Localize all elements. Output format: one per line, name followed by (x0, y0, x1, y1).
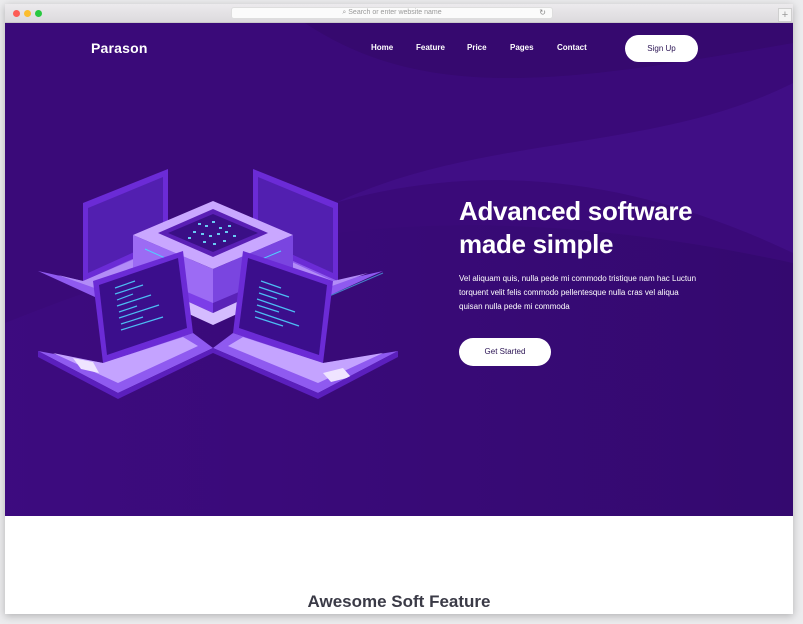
nav-contact[interactable]: Contact (557, 43, 587, 52)
nav-price[interactable]: Price (467, 43, 487, 52)
new-tab-button[interactable]: + (778, 8, 792, 22)
signup-button[interactable]: Sign Up (625, 35, 698, 62)
hero-headline: Advanced software made simple (459, 196, 693, 259)
server-laptops-illustration (38, 169, 398, 399)
hero-description: Vel aliquam quis, nulla pede mi commodo … (459, 274, 697, 311)
nav-home[interactable]: Home (371, 43, 393, 52)
address-placeholder: Search or enter website name (348, 9, 442, 16)
site-logo[interactable]: Parason (91, 40, 148, 56)
address-bar[interactable]: ⌕ Search or enter website name ↻ (231, 7, 553, 19)
search-icon: ⌕ (342, 9, 347, 16)
nav-pages[interactable]: Pages (510, 43, 534, 52)
minimize-window-button[interactable] (24, 10, 31, 17)
laptop-front-right (213, 251, 398, 399)
reload-icon[interactable]: ↻ (539, 8, 546, 17)
zoom-window-button[interactable] (35, 10, 42, 17)
nav-feature[interactable]: Feature (416, 43, 445, 52)
browser-window: ⌕ Search or enter website name ↻ Parason … (5, 4, 793, 614)
get-started-button[interactable]: Get Started (459, 338, 551, 366)
hero-section: Parason Home Feature Price Pages Contact… (5, 23, 793, 516)
features-section-title: Awesome Soft Feature (307, 592, 491, 611)
close-window-button[interactable] (13, 10, 20, 17)
browser-titlebar: ⌕ Search or enter website name ↻ (5, 4, 793, 23)
